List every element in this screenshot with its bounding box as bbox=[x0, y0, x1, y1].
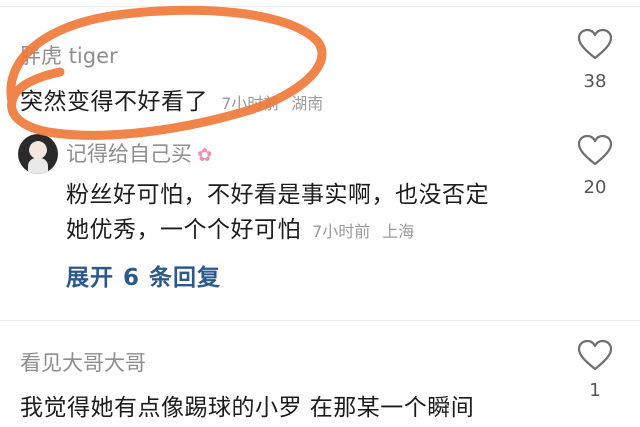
comment-location: 上海 bbox=[382, 222, 415, 241]
comment-body: 突然变得不好看了 7小时前 湖南 bbox=[20, 82, 323, 116]
heart-icon bbox=[577, 28, 613, 60]
comment-time: 7小时前 bbox=[312, 222, 371, 241]
comment-username[interactable]: 胖虎 tiger bbox=[20, 40, 118, 70]
comment-text-line-2: 她优秀，一个个好可怕 bbox=[66, 217, 301, 243]
comment-item-1: 胖虎 tiger 突然变得不好看了 7小时前 湖南 38 bbox=[0, 0, 640, 125]
comment-body-line-2: 她优秀，一个个好可怕 7小时前 上海 bbox=[66, 210, 414, 244]
comment-username[interactable]: 记得给自己买 bbox=[66, 142, 192, 166]
expand-replies-link[interactable]: 展开 6 条回复 bbox=[66, 258, 221, 292]
like-count: 38 bbox=[583, 71, 607, 92]
cherry-blossom-icon: ✿ bbox=[197, 145, 213, 166]
like-button[interactable] bbox=[577, 28, 613, 60]
comment-text-line-1: 粉丝好可怕，不好看是事实啊，也没否定 bbox=[66, 182, 489, 208]
comment-text: 突然变得不好看了 bbox=[20, 89, 208, 115]
like-count: 1 bbox=[589, 380, 601, 401]
comment-item-3: 看见大哥大哥 我觉得她有点像踢球的小罗 在那某一个瞬间 1 bbox=[0, 321, 640, 427]
like-count: 20 bbox=[583, 177, 607, 198]
like-button[interactable] bbox=[577, 134, 613, 166]
comment-text: 我觉得她有点像踢球的小罗 在那某一个瞬间 bbox=[20, 395, 475, 421]
comment-username-row: 记得给自己买 ✿ bbox=[66, 138, 212, 168]
comment-location: 湖南 bbox=[291, 94, 324, 113]
comment-item-2: 记得给自己买 ✿ 粉丝好可怕，不好看是事实啊，也没否定 她优秀，一个个好可怕 7… bbox=[0, 125, 640, 320]
heart-icon bbox=[577, 339, 613, 371]
avatar[interactable] bbox=[18, 134, 58, 174]
comment-meta: 7小时前 上海 bbox=[312, 222, 414, 241]
heart-icon bbox=[577, 134, 613, 166]
comment-meta: 7小时前 湖南 bbox=[221, 94, 323, 113]
comment-username[interactable]: 看见大哥大哥 bbox=[20, 347, 146, 377]
comment-time: 7小时前 bbox=[221, 94, 280, 113]
like-button[interactable] bbox=[577, 339, 613, 371]
